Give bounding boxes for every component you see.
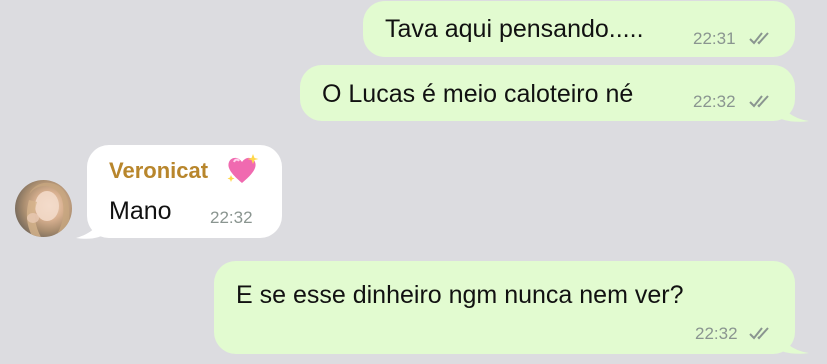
message-time: 22:32 [210, 208, 253, 227]
message-bubble-incoming[interactable]: Veronicat Mano 22:32 [87, 145, 282, 238]
message-bubble-outgoing[interactable]: O Lucas é meio caloteiro né 22:32 [300, 65, 795, 121]
bubble-tail [775, 95, 809, 122]
bubble-tail [775, 327, 809, 354]
avatar-photo-icon [26, 182, 70, 237]
message-text: Tava aqui pensando..... [385, 15, 644, 43]
sparkling-heart-icon [227, 154, 259, 183]
message-text: Mano [109, 197, 172, 225]
message-time: 22:31 [693, 29, 736, 48]
message-text: O Lucas é meio caloteiro né [322, 80, 634, 108]
message-bubble-outgoing[interactable]: E se esse dinheiro ngm nunca nem ver? 22… [214, 261, 795, 354]
message-time: 22:32 [695, 324, 738, 343]
read-double-check-icon [749, 32, 769, 45]
read-double-check-icon [749, 327, 769, 340]
contact-avatar[interactable] [15, 180, 72, 237]
message-bubble-outgoing[interactable]: Tava aqui pensando..... 22:31 [363, 1, 795, 57]
message-text: E se esse dinheiro ngm nunca nem ver? [236, 281, 684, 309]
message-time: 22:32 [693, 92, 736, 111]
read-double-check-icon [749, 95, 769, 108]
sender-name: Veronicat [109, 158, 209, 183]
